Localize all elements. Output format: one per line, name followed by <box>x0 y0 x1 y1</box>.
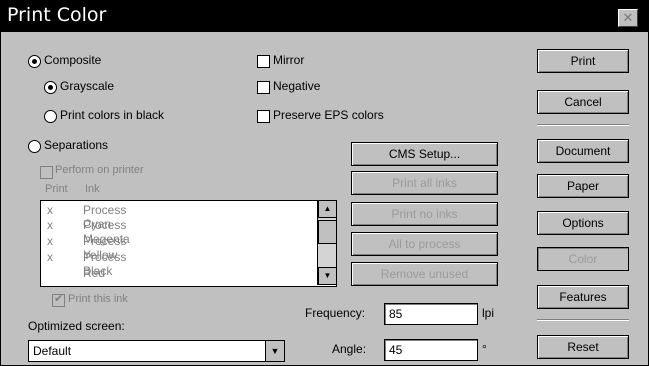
perform-on-printer-checkbox[interactable] <box>40 166 53 179</box>
negative-checkbox[interactable] <box>257 81 270 94</box>
color-button[interactable]: Color <box>537 247 629 271</box>
preserve-eps-colors-label: Preserve EPS colors <box>273 108 384 122</box>
angle-unit: ° <box>482 342 487 356</box>
scroll-down-icon[interactable]: ▼ <box>318 267 337 285</box>
frequency-unit: lpi <box>482 306 495 320</box>
all-to-process-button[interactable]: All to process <box>351 232 498 256</box>
ink-header-print: Print <box>45 183 68 195</box>
scroll-up-icon[interactable]: ▲ <box>318 200 337 218</box>
dialog-title: Print Color <box>7 4 107 26</box>
optimized-screen-select[interactable]: Default ▼ <box>28 340 285 362</box>
divider <box>537 319 629 321</box>
options-button[interactable]: Options <box>537 211 629 235</box>
print-color-dialog: Print Color ✕ Composite Grayscale Print … <box>0 0 649 366</box>
remove-unused-button[interactable]: Remove unused <box>351 262 498 286</box>
negative-label: Negative <box>273 79 321 93</box>
paper-button[interactable]: Paper <box>537 174 629 198</box>
print-this-ink-checkbox[interactable]: ✔ <box>52 293 65 307</box>
check-icon: ✔ <box>54 293 64 305</box>
print-this-ink-label: Print this ink <box>68 293 128 305</box>
features-button[interactable]: Features <box>537 285 629 309</box>
ink-list[interactable]: x Process Cyan x Process Magenta x Proce… <box>40 200 337 287</box>
composite-radio[interactable] <box>28 55 41 68</box>
mirror-checkbox[interactable] <box>257 55 270 68</box>
ink-list-scrollbar[interactable]: ▲ ▼ <box>317 200 337 285</box>
separations-label: Separations <box>44 138 109 152</box>
print-button[interactable]: Print <box>537 49 629 73</box>
preserve-eps-colors-checkbox[interactable] <box>257 110 270 123</box>
reset-button[interactable]: Reset <box>537 335 629 359</box>
separations-radio[interactable] <box>28 140 41 153</box>
perform-on-printer-label: Perform on printer <box>55 164 144 176</box>
print-colors-in-black-radio[interactable] <box>44 110 57 123</box>
scroll-thumb[interactable] <box>318 220 337 244</box>
frequency-label: Frequency: <box>305 306 366 320</box>
grayscale-label: Grayscale <box>60 79 115 93</box>
print-no-inks-button[interactable]: Print no inks <box>351 202 498 226</box>
angle-input[interactable]: 45 <box>384 339 478 361</box>
composite-label: Composite <box>44 53 102 67</box>
print-colors-in-black-label: Print colors in black <box>60 108 165 122</box>
title-bar: Print Color ✕ <box>1 1 648 32</box>
close-icon[interactable]: ✕ <box>618 9 638 27</box>
frequency-input[interactable]: 85 <box>384 303 478 325</box>
chevron-down-icon[interactable]: ▼ <box>265 341 284 361</box>
optimized-screen-label: Optimized screen: <box>28 319 125 333</box>
divider <box>537 124 629 126</box>
document-button[interactable]: Document <box>537 139 629 163</box>
mirror-label: Mirror <box>273 53 305 67</box>
cms-setup-button[interactable]: CMS Setup... <box>351 142 498 166</box>
grayscale-radio[interactable] <box>44 81 57 94</box>
ink-header-ink: Ink <box>85 183 100 195</box>
print-all-inks-button[interactable]: Print all inks <box>351 171 498 195</box>
cancel-button[interactable]: Cancel <box>537 90 629 114</box>
angle-label: Angle: <box>332 342 367 356</box>
